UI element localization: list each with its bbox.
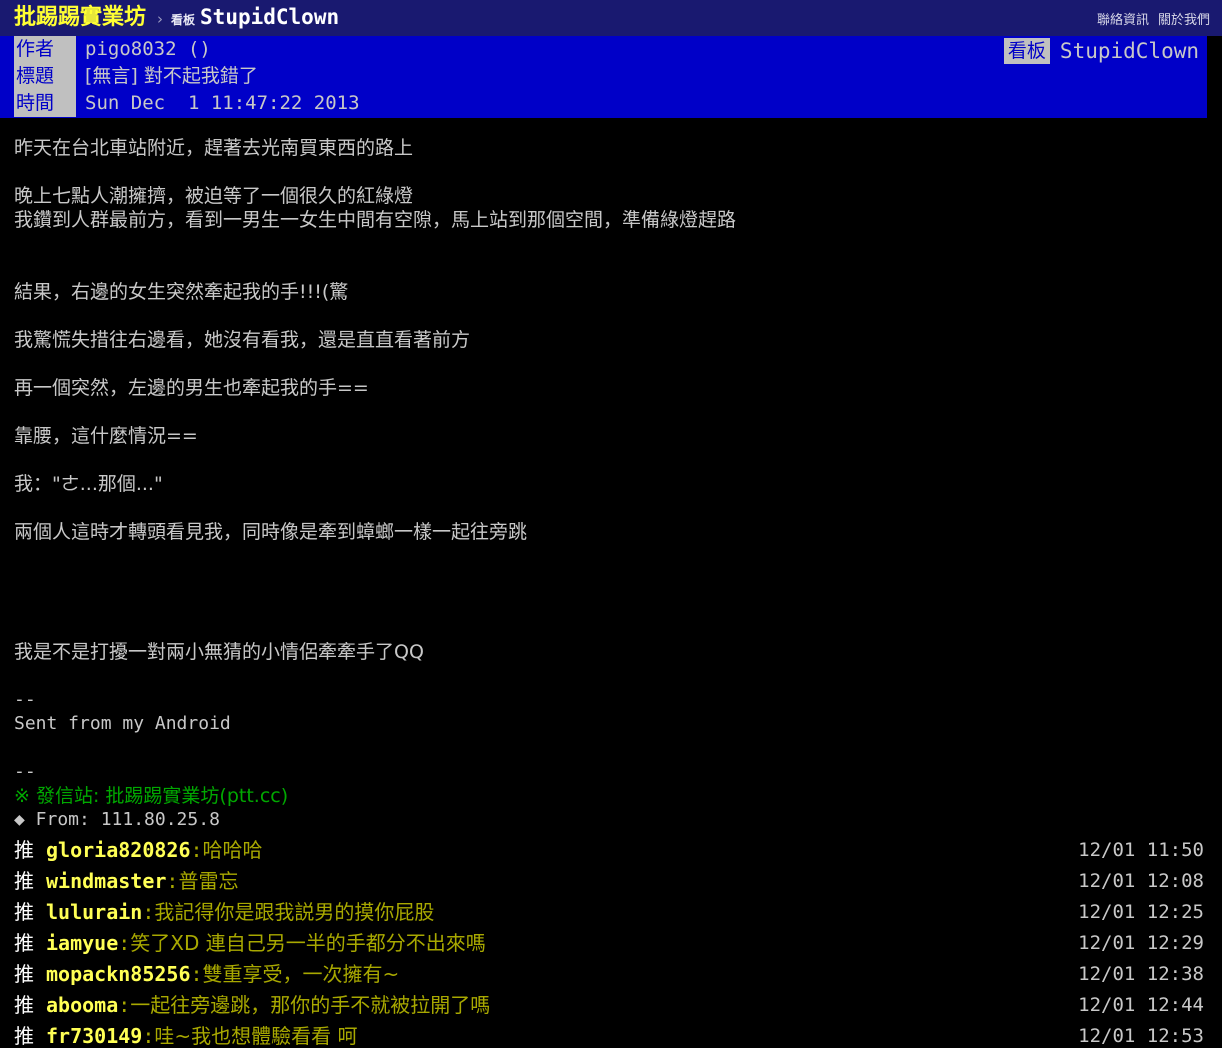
article-meta-header: 作者 pigo8032 () 標題 [無言] 對不起我錯了 時間 Sun Dec…: [0, 36, 1207, 118]
body-blank-line: [14, 160, 1222, 184]
board-tag-label: 看板: [1003, 38, 1050, 64]
body-blank-line: [14, 568, 1222, 592]
body-line: 晚上七點人潮擁擠，被迫等了一個很久的紅綠燈: [14, 185, 414, 207]
meta-value-author: pigo8032 (): [85, 38, 211, 60]
body-line: 我驚慌失措往右邊看，她沒有看我，還是直直看著前方: [14, 329, 471, 351]
comment-colon: :: [118, 931, 131, 955]
body-line: 再一個突然，左邊的男生也牽起我的手==: [14, 377, 369, 399]
article-meta-rows: 作者 pigo8032 () 標題 [無言] 對不起我錯了 時間 Sun Dec…: [14, 36, 360, 117]
comment-colon: :: [118, 993, 131, 1017]
comment-colon: :: [190, 838, 203, 862]
navbar-links: 聯絡資訊 關於我們: [1097, 9, 1210, 28]
comment-colon: :: [142, 900, 155, 924]
comment-colon: :: [142, 1024, 155, 1048]
board-tag-name: StupidClown: [1059, 39, 1199, 63]
body-blank-line: [14, 592, 1222, 616]
comment-tag: 推: [14, 962, 34, 986]
comment-text: 哇~我也想體驗看看 呵: [154, 1024, 358, 1048]
comment-tag: 推: [14, 931, 34, 955]
comment-timestamp: 12/01 11:50: [1078, 839, 1204, 861]
chevron-right-icon: ›: [157, 10, 164, 28]
body-line: 兩個人這時才轉頭看見我，同時像是牽到蟑螂一樣一起往旁跳: [14, 521, 528, 543]
body-line: 靠腰，這什麼情況==: [14, 425, 198, 447]
comment-timestamp: 12/01 12:53: [1078, 1025, 1204, 1047]
meta-label-author: 作者: [14, 36, 76, 63]
body-line: 結果，右邊的女生突然牽起我的手!!!(驚: [14, 281, 349, 303]
body-blank-line: [14, 448, 1222, 472]
body-line: 我："ㄜ...那個...": [14, 473, 163, 495]
nav-link-contact[interactable]: 聯絡資訊: [1097, 9, 1149, 28]
comment-timestamp: 12/01 12:29: [1078, 932, 1204, 954]
body-blank-line: [14, 544, 1222, 568]
comment-row: 推 windmaster:普雷忘 12/01 12:08: [14, 866, 1222, 897]
nav-link-about[interactable]: 關於我們: [1158, 9, 1210, 28]
body-line: ◆ From: 111.80.25.8: [14, 809, 220, 830]
body-line: --: [14, 689, 36, 710]
comment-row: 推 gloria820826:哈哈哈 12/01 11:50: [14, 835, 1222, 866]
comment-tag: 推: [14, 838, 34, 862]
comment-username[interactable]: mopackn85256: [34, 962, 191, 986]
comment-row: 推 fr730149:哇~我也想體驗看看 呵 12/01 12:53: [14, 1021, 1222, 1048]
top-navbar: 批踢踢實業坊 › 看板 StupidClown 聯絡資訊 關於我們: [0, 0, 1222, 36]
comment-timestamp: 12/01 12:44: [1078, 994, 1204, 1016]
body-line: 我是不是打擾一對兩小無猜的小情侶牽牽手了QQ: [14, 641, 424, 663]
article-body: 昨天在台北車站附近，趕著去光南買東西的路上 晚上七點人潮擁擠，被迫等了一個很久的…: [0, 136, 1222, 832]
comment-username[interactable]: windmaster: [34, 869, 166, 893]
body-blank-line: [14, 496, 1222, 520]
comment-username[interactable]: lulurain: [34, 900, 142, 924]
meta-row-title: 標題 [無言] 對不起我錯了: [14, 63, 360, 90]
comment-tag: 推: [14, 869, 34, 893]
body-blank-line: [14, 400, 1222, 424]
comment-tag: 推: [14, 900, 34, 924]
comment-colon: :: [190, 962, 203, 986]
comment-text: 一起往旁邊跳，那你的手不就被拉開了嗎: [130, 993, 491, 1017]
comment-username[interactable]: abooma: [34, 993, 118, 1017]
body-line: 昨天在台北車站附近，趕著去光南買東西的路上: [14, 137, 414, 159]
comment-row: 推 iamyue:笑了XD 連自己另一半的手都分不出來嗎 12/01 12:29: [14, 928, 1222, 959]
body-line: 我鑽到人群最前方，看到一男生一女生中間有空隙，馬上站到那個空間，準備綠燈趕路: [14, 209, 737, 231]
body-blank-line: [14, 616, 1222, 640]
meta-value-time: Sun Dec 1 11:47:22 2013: [85, 92, 360, 114]
meta-row-time: 時間 Sun Dec 1 11:47:22 2013: [14, 90, 360, 117]
comment-username[interactable]: iamyue: [34, 931, 118, 955]
comment-tag: 推: [14, 993, 34, 1017]
breadcrumb-board-prefix: 看板: [171, 13, 196, 27]
body-blank-line: [14, 232, 1222, 256]
comment-username[interactable]: gloria820826: [34, 838, 191, 862]
comment-text: 我記得你是跟我説男的摸你屁股: [154, 900, 435, 924]
body-line: ※ 發信站: 批踢踢實業坊(ptt.cc): [14, 785, 289, 807]
comment-timestamp: 12/01 12:25: [1078, 901, 1204, 923]
body-blank-line: [14, 736, 1222, 760]
breadcrumb: 批踢踢實業坊 › 看板 StupidClown: [14, 7, 1097, 29]
comment-row: 推 mopackn85256:雙重享受，一次擁有~ 12/01 12:38: [14, 959, 1222, 990]
comment-row: 推 abooma:一起往旁邊跳，那你的手不就被拉開了嗎 12/01 12:44: [14, 990, 1222, 1021]
breadcrumb-site-link[interactable]: 批踢踢實業坊: [14, 7, 146, 29]
body-line: --: [14, 761, 36, 782]
body-blank-line: [14, 352, 1222, 376]
body-blank-line: [14, 256, 1222, 280]
comment-row: 推 lulurain:我記得你是跟我説男的摸你屁股 12/01 12:25: [14, 897, 1222, 928]
comment-text: 雙重享受，一次擁有~: [202, 962, 400, 986]
comment-text: 哈哈哈: [202, 838, 263, 862]
meta-label-time: 時間: [14, 90, 76, 117]
board-tag: 看板 StupidClown: [1003, 38, 1207, 64]
comment-list: 推 gloria820826:哈哈哈 12/01 11:50 推 windmaster:…: [0, 835, 1222, 1048]
comment-username[interactable]: fr730149: [34, 1024, 142, 1048]
comment-text: 笑了XD 連自己另一半的手都分不出來嗎: [130, 931, 486, 955]
comment-timestamp: 12/01 12:08: [1078, 870, 1204, 892]
comment-tag: 推: [14, 1024, 34, 1048]
body-blank-line: [14, 664, 1222, 688]
comment-text: 普雷忘: [178, 869, 239, 893]
meta-value-title: [無言] 對不起我錯了: [85, 65, 258, 87]
comment-colon: :: [166, 869, 179, 893]
body-line: Sent from my Android: [14, 713, 231, 734]
comment-timestamp: 12/01 12:38: [1078, 963, 1204, 985]
breadcrumb-board-link[interactable]: StupidClown: [200, 7, 339, 28]
body-blank-line: [14, 304, 1222, 328]
meta-row-author: 作者 pigo8032 (): [14, 36, 360, 63]
meta-label-title: 標題: [14, 63, 76, 90]
